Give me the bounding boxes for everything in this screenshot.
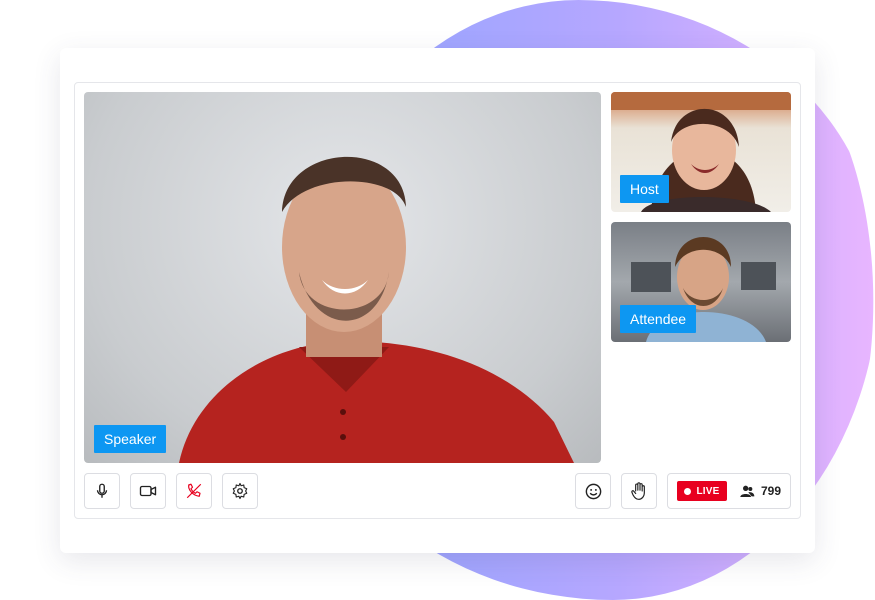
host-video[interactable]: Host — [611, 92, 791, 212]
live-badge: LIVE — [677, 481, 727, 501]
video-camera-icon — [139, 485, 157, 497]
mute-microphone-button[interactable] — [84, 473, 120, 509]
viewer-count: 799 — [739, 483, 781, 499]
speaker-label: Speaker — [94, 425, 167, 453]
video-call-frame: Speaker Host Attendee LIVE 799 — [74, 82, 801, 519]
smiley-icon — [585, 483, 601, 499]
speaker-photo — [179, 156, 574, 463]
hand-icon — [631, 482, 645, 500]
end-call-button[interactable] — [176, 473, 212, 509]
live-status-panel: LIVE 799 — [667, 473, 791, 509]
phone-off-icon — [186, 483, 202, 499]
video-call-card: Speaker Host Attendee LIVE 799 — [60, 48, 815, 553]
people-icon — [740, 485, 755, 497]
emoji-reaction-button[interactable] — [575, 473, 611, 509]
microphone-icon — [96, 483, 108, 498]
viewer-count-value: 799 — [761, 484, 782, 498]
live-badge-label: LIVE — [696, 485, 720, 497]
attendee-video[interactable]: Attendee — [611, 222, 791, 342]
raise-hand-button[interactable] — [621, 473, 657, 509]
toggle-camera-button[interactable] — [130, 473, 166, 509]
host-label: Host — [620, 175, 669, 203]
settings-button[interactable] — [222, 473, 258, 509]
speaker-video[interactable]: Speaker — [84, 92, 601, 463]
attendee-label: Attendee — [620, 305, 697, 333]
gear-icon — [232, 482, 248, 500]
live-dot — [684, 487, 692, 495]
